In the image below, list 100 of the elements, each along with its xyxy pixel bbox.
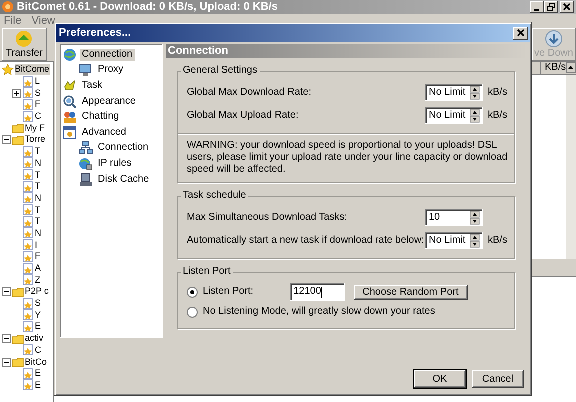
collapse-icon[interactable]	[2, 135, 11, 144]
nav-item[interactable]: IP rules	[96, 158, 134, 170]
unit-label: kB/s	[487, 234, 508, 246]
folder-icon	[12, 332, 24, 345]
file-icon	[22, 298, 34, 310]
nav-item[interactable]: Connection	[96, 142, 151, 154]
file-icon	[22, 262, 34, 275]
nav-item[interactable]: Proxy	[96, 64, 126, 76]
network-icon	[79, 141, 93, 156]
tree-item[interactable]: T	[35, 170, 40, 181]
expand-icon[interactable]	[12, 88, 21, 98]
file-icon	[22, 368, 34, 380]
magnifier-icon	[63, 94, 77, 109]
unit-label: kB/s	[487, 86, 508, 98]
spinner-icon[interactable]	[470, 234, 480, 248]
folder-icon	[12, 122, 24, 134]
tree-item[interactable]: C	[35, 344, 42, 356]
tree-item[interactable]: N	[35, 228, 42, 239]
tree-item[interactable]: A	[35, 263, 42, 274]
spin-field[interactable]: 10	[425, 209, 483, 226]
file-icon	[22, 320, 34, 333]
tree-item[interactable]: Torre	[25, 134, 46, 146]
tree-item[interactable]: T	[35, 181, 40, 192]
collapse-icon[interactable]	[2, 287, 11, 296]
spinner-icon[interactable]	[470, 86, 480, 100]
disk-icon	[79, 172, 93, 187]
group-title: General Settings	[182, 65, 258, 77]
field-label: Global Max Download Rate:	[187, 86, 313, 98]
file-icon	[22, 344, 34, 356]
column-label: KB/s	[545, 62, 566, 74]
file-icon	[22, 157, 34, 170]
scroll-up-icon[interactable]	[566, 62, 576, 73]
globe-icon	[63, 48, 77, 62]
random-port-button[interactable]: Choose Random Port	[354, 284, 468, 300]
spinner-icon[interactable]	[470, 108, 480, 122]
tree-item[interactable]: N	[35, 192, 42, 204]
dialog-button[interactable]: Cancel	[472, 370, 524, 388]
tree-item[interactable]: C	[35, 111, 42, 122]
spin-field[interactable]: No Limit	[425, 232, 483, 249]
tree-item[interactable]: E	[35, 321, 42, 332]
tree-item[interactable]: N	[35, 158, 42, 169]
file-icon	[22, 250, 34, 263]
collapse-icon[interactable]	[2, 358, 11, 367]
tree-item[interactable]: My F	[25, 122, 45, 134]
tree-item[interactable]: T	[35, 146, 40, 158]
collapse-icon[interactable]	[2, 334, 11, 344]
close-button[interactable]	[513, 26, 528, 40]
minimize-button[interactable]	[530, 1, 544, 13]
transfer-icon	[15, 30, 34, 48]
tree-item[interactable]: S	[35, 298, 42, 310]
warning-text: WARNING: your download speed is proportional to your uploads! DSL users, please limit your upload rate under your line capacity or download speed will be affected.	[187, 140, 509, 176]
nav-item[interactable]: Advanced	[80, 126, 128, 139]
tree-item[interactable]: activ	[25, 333, 44, 344]
tree-item[interactable]: BitCo	[25, 356, 48, 368]
file-icon	[22, 227, 34, 240]
tree-item[interactable]: BitCome	[15, 64, 50, 76]
tree-item[interactable]: I	[35, 240, 38, 251]
dialog-button[interactable]: OK	[414, 370, 466, 388]
scrollbar[interactable]	[566, 75, 576, 259]
tree-item[interactable]: F	[35, 99, 40, 110]
tree-item[interactable]: T	[35, 216, 40, 228]
tree-item[interactable]: S	[35, 88, 42, 99]
tree-item[interactable]: E	[35, 368, 42, 380]
radio-option[interactable]: No Listening Mode, will greatly slow down your rates	[187, 306, 436, 318]
nav-item[interactable]: Chatting	[80, 111, 122, 124]
tree-item[interactable]: T	[35, 204, 40, 216]
file-icon	[22, 309, 34, 322]
nav-item[interactable]: Appearance	[80, 96, 138, 108]
unit-label: kB/s	[487, 110, 508, 122]
spin-field[interactable]: No Limit	[425, 84, 483, 101]
tree-item[interactable]: Z	[35, 274, 40, 286]
spinner-icon[interactable]	[470, 210, 480, 224]
tree-item[interactable]: F	[35, 251, 40, 262]
people-icon	[63, 110, 77, 124]
port-field[interactable]: 12100	[290, 283, 345, 301]
file-icon	[22, 110, 34, 123]
tree-item[interactable]: P2P c	[25, 286, 49, 298]
field-label: Max Simultaneous Download Tasks:	[187, 212, 348, 224]
file-icon	[22, 192, 34, 204]
file-icon	[22, 98, 34, 111]
radio-option[interactable]: Listen Port:	[187, 286, 254, 298]
menu-item[interactable]: View	[32, 14, 56, 28]
nav-item[interactable]: Connection	[80, 48, 135, 61]
folder-icon	[12, 356, 24, 368]
restore-button[interactable]	[544, 1, 558, 13]
window-icon	[63, 126, 77, 140]
tree-item[interactable]: Y	[35, 310, 42, 321]
nav-item[interactable]: Disk Cache	[96, 174, 152, 186]
restore-icon	[547, 3, 555, 11]
file-icon	[22, 274, 34, 286]
tree-item[interactable]: E	[35, 380, 42, 391]
column-header[interactable]: KB/s	[540, 62, 576, 74]
folder-icon	[12, 286, 24, 298]
tree-item[interactable]: L	[35, 76, 40, 88]
nav-item[interactable]: Task	[80, 80, 105, 92]
close-button[interactable]	[560, 1, 574, 13]
toolbar-button[interactable]: Transfer	[2, 28, 47, 61]
spin-field[interactable]: No Limit	[425, 107, 483, 124]
menu-item[interactable]: File	[4, 14, 22, 28]
file-icon	[22, 87, 34, 100]
